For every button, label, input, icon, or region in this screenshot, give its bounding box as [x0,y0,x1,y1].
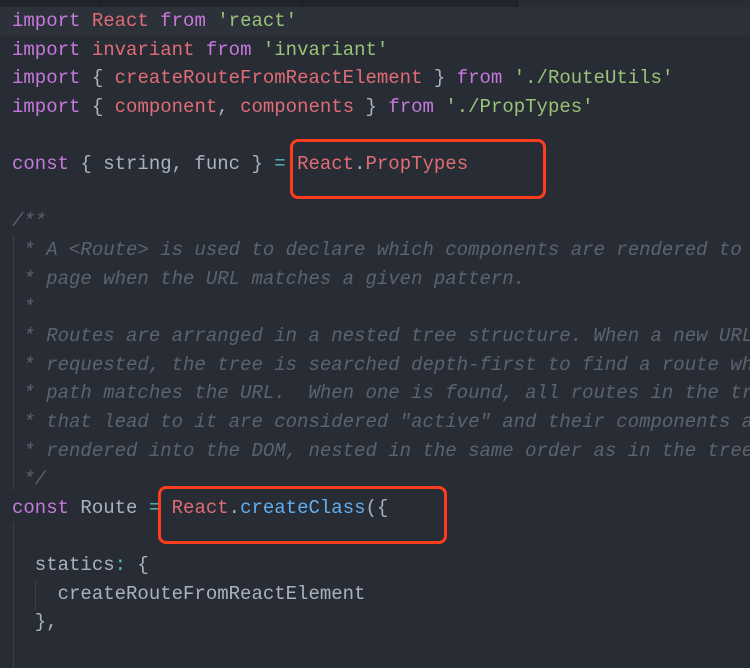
code-line[interactable]: * A <Route> is used to declare which com… [0,236,750,265]
code-line[interactable] [0,637,750,666]
indent-guide [13,522,14,668]
code-token: from [456,67,503,90]
code-token: invariant [91,38,195,61]
code-line[interactable]: * [0,293,750,322]
active-tab[interactable] [517,0,750,7]
code-line[interactable]: import { createRouteFromReactElement } f… [0,64,750,93]
code-token: * A <Route> is used to declare which com… [12,239,742,262]
code-token: 'react' [217,10,298,32]
code-token: 'invariant' [262,38,389,61]
code-token: * page when the URL matches a given patt… [12,267,526,290]
highlight-box-proptypes [290,139,546,199]
code-line[interactable]: import { component, components } from '.… [0,93,750,122]
code-token: * that lead to it are considered "active… [12,410,750,433]
code-token: { [80,95,115,118]
code-token: * requested, the tree is searched depth-… [12,353,750,376]
code-line[interactable]: * requested, the tree is searched depth-… [0,351,750,380]
code-line[interactable]: /** [0,207,750,236]
code-token: Route [69,496,149,519]
code-line[interactable]: import React from 'react' [0,7,750,36]
code-token: createRouteFromReactElement [12,582,366,605]
code-token: component [114,95,218,118]
code-token: from [388,95,434,118]
code-token: import [12,38,81,61]
code-line[interactable]: * that lead to it are considered "active… [0,408,750,437]
code-token: './PropTypes' [445,95,594,118]
code-line[interactable]: * page when the URL matches a given patt… [0,265,750,294]
code-token: import [12,67,81,90]
code-editor[interactable]: import React from 'react' import invarian… [0,7,750,666]
code-token: , [217,95,241,118]
code-token: const [12,153,70,176]
code-token: * path matches the URL. When one is foun… [12,382,750,405]
code-token: { [80,67,115,90]
code-token: * [12,296,35,319]
tab-divider [517,0,518,7]
code-token: './RouteUtils' [513,67,674,90]
code-token: { [126,554,149,577]
code-token: * Routes are arranged in a nested tree s… [12,325,750,348]
code-token: } [354,95,389,118]
code-token: : [114,554,127,577]
indent-guide [13,235,14,490]
code-token: from [205,38,252,61]
code-token: * rendered into the DOM, nested in the s… [12,439,750,462]
code-line[interactable]: * rendered into the DOM, nested in the s… [0,437,750,466]
code-token: statics [12,554,115,577]
code-token: components [240,95,355,118]
code-token: createRouteFromReactElement [114,67,423,90]
code-line[interactable]: }, [0,608,750,637]
tab-divider [100,0,101,7]
code-token: */ [12,468,47,491]
code-line[interactable]: import invariant from 'invariant' [0,36,750,65]
code-line[interactable]: * Routes are arranged in a nested tree s… [0,322,750,351]
code-token: = [274,153,286,176]
code-token: { string, func } [69,153,275,176]
code-line[interactable]: statics: { [0,551,750,580]
code-line[interactable]: * path matches the URL. When one is foun… [0,379,750,408]
tab-divider [302,0,303,7]
indent-guide [35,580,36,610]
code-token: }, [12,611,58,634]
tab-bar [0,0,750,7]
code-token: React [91,10,149,32]
code-token: /** [12,210,47,233]
code-token: from [160,10,206,32]
highlight-box-createclass [158,486,447,544]
code-token: import [12,10,81,32]
code-token: const [12,496,70,519]
code-token: import [12,95,81,118]
code-token: } [422,67,457,90]
code-line[interactable]: createRouteFromReactElement [0,580,750,609]
